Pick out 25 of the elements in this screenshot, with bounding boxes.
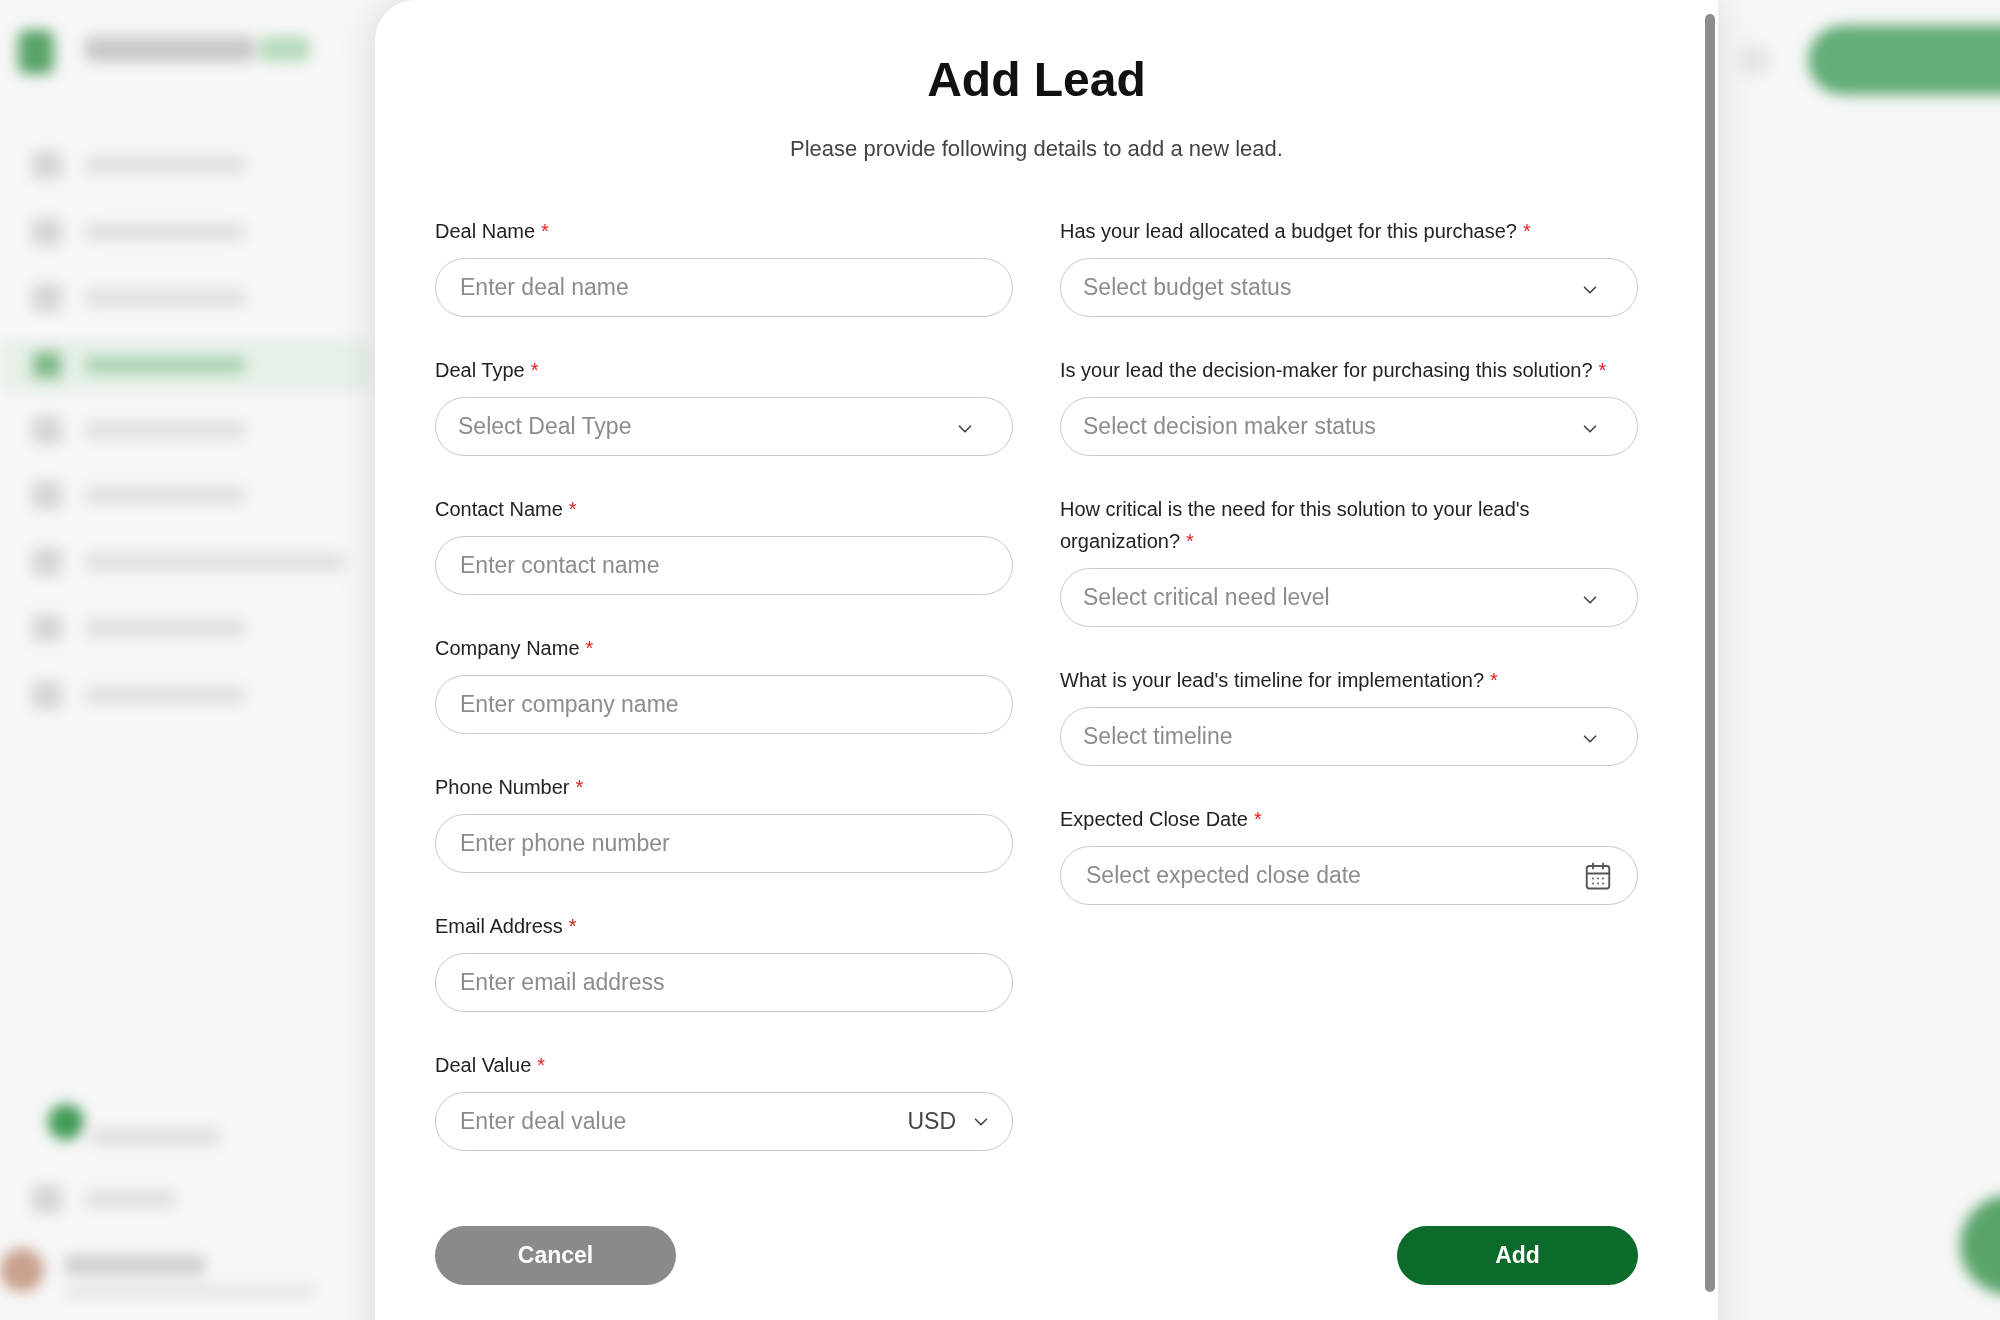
field-label: Deal Type * <box>435 358 540 383</box>
field-label: Email Address * <box>435 914 578 939</box>
field-label: What is your lead's timeline for implementation? * <box>1060 668 1499 693</box>
field-label: Expected Close Date * <box>1060 807 1263 832</box>
field-label: Has your lead allocated a budget for this purchase? * <box>1060 219 1532 244</box>
field-label: Deal Name * <box>435 219 550 244</box>
text-field[interactable]: Enter phone number <box>435 814 1013 873</box>
cancel-button[interactable]: Cancel <box>435 1226 676 1285</box>
field-label: Deal Value * <box>435 1053 547 1078</box>
field-label: Phone Number * <box>435 775 585 800</box>
currency-selector[interactable]: USD <box>907 1104 992 1139</box>
dialog-subtitle: Please provide following details to add a new lead. <box>789 135 1284 163</box>
field-label: Contact Name * <box>435 497 578 522</box>
calendar-icon <box>1583 860 1613 891</box>
scrollbar[interactable] <box>1705 14 1715 1292</box>
deal-value-input[interactable]: Enter deal value <box>460 1104 908 1139</box>
dialog-title: Add Lead <box>926 52 1147 108</box>
text-field[interactable]: Enter email address <box>435 953 1013 1012</box>
text-field[interactable]: Enter deal name <box>435 258 1013 317</box>
field-label: Is your lead the decision-maker for purchasing this solution? * <box>1060 358 1608 383</box>
field-label: Company Name * <box>435 636 595 661</box>
text-field[interactable]: Enter contact name <box>435 536 1013 595</box>
field-label: How critical is the need for this solution to your lead's organization? * <box>1060 497 1531 554</box>
add-button[interactable]: Add <box>1397 1226 1638 1285</box>
text-field[interactable]: Enter company name <box>435 675 1013 734</box>
